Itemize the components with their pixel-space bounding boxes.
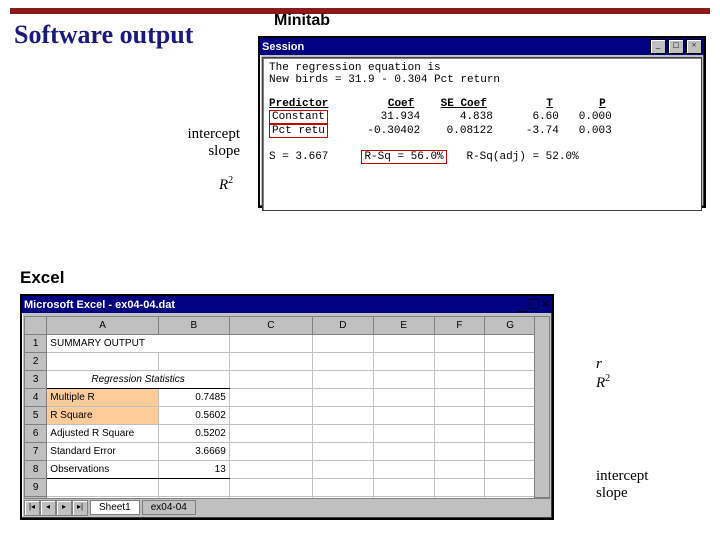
row-4[interactable]: 4 [25,389,47,407]
excel-close-button[interactable]: × [541,296,550,314]
cell-multr-val[interactable]: 0.7485 [158,389,229,407]
annot-slope-2: slope [596,485,628,501]
col-se: SE Coef [441,98,487,110]
excel-window-buttons: _ □ × [518,296,550,314]
cell-se-label[interactable]: Standard Error [47,443,159,461]
excel-grid[interactable]: A B C D E F G 1SUMMARY OUTPUT 2 3Regress… [24,316,536,498]
annot-r-squared-1: R2 [219,175,233,194]
se-constant: 4.838 [460,111,493,123]
row-8[interactable]: 8 [25,461,47,479]
col-coef: Coef [388,98,414,110]
row-1[interactable]: 1 [25,335,47,353]
col-a[interactable]: A [47,317,159,335]
slide-ruler [10,8,710,14]
excel-window: Microsoft Excel - ex04-04.dat _ □ × A B … [20,294,554,520]
tab-sheet1[interactable]: Sheet1 [90,500,140,515]
annot-intercept-slope-2: intercept slope [596,468,648,503]
row-9[interactable]: 9 [25,479,47,497]
annot-intercept-slope-1: intercept slope [160,126,240,161]
col-predictor: Predictor [269,98,328,110]
row-2[interactable]: 2 [25,353,47,371]
minitab-line2: New birds = 31.9 - 0.304 Pct return [269,74,500,86]
col-d[interactable]: D [312,317,373,335]
minitab-window-buttons: _ □ × [650,39,702,54]
rsqa-value: R-Sq(adj) = 52.0% [466,151,578,163]
annot-r-lower: r [596,356,602,372]
t-pct: -3.74 [526,125,559,137]
cell-multr-label[interactable]: Multiple R [47,389,159,407]
minitab-line1: The regression equation is [269,62,441,74]
cell-se-val[interactable]: 3.6669 [158,443,229,461]
annot-slope-1: slope [208,143,240,159]
coef-pct: -0.30402 [367,125,420,137]
tab-nav-prev[interactable]: ◂ [40,500,56,516]
tab-nav-first[interactable]: |◂ [24,500,40,516]
annot-intercept-2: intercept [596,468,648,484]
excel-table: A B C D E F G 1SUMMARY OUTPUT 2 3Regress… [24,316,536,498]
coef-constant: 31.934 [381,111,421,123]
minitab-titlebar: Session _ □ × [260,38,704,55]
minitab-window: Session _ □ × The regression equation is… [258,36,706,208]
cell-regstats[interactable]: Regression Statistics [47,371,229,389]
minitab-window-title: Session [262,41,304,53]
row-7[interactable]: 7 [25,443,47,461]
annot-r-r2: r R2 [596,356,610,393]
col-t: T [546,98,553,110]
annot-r-upper: R [596,375,605,391]
annot-intercept-1: intercept [188,126,240,142]
col-header-row: A B C D E F G [25,317,536,335]
cell-rsq-val[interactable]: 0.5602 [158,407,229,425]
t-constant: 6.60 [532,111,558,123]
close-button[interactable]: × [686,39,702,54]
sheet-tab-bar: |◂ ◂ ▸ ▸| Sheet1 ex04-04 [24,498,550,516]
minimize-button[interactable]: _ [650,39,666,54]
row-3[interactable]: 3 [25,371,47,389]
annot-r-letter-1: R [219,177,228,193]
p-constant: 0.000 [579,111,612,123]
cell-obs-label[interactable]: Observations [47,461,159,479]
excel-vscroll[interactable] [534,316,550,498]
col-b[interactable]: B [158,317,229,335]
tab-nav-last[interactable]: ▸| [72,500,88,516]
col-f[interactable]: F [434,317,485,335]
col-c[interactable]: C [229,317,312,335]
tab-ex04-04[interactable]: ex04-04 [142,500,196,515]
cell-obs-val[interactable]: 13 [158,461,229,479]
row-5[interactable]: 5 [25,407,47,425]
minitab-label: Minitab [274,12,330,30]
se-pct: 0.08122 [447,125,493,137]
cell-arsq-val[interactable]: 0.5202 [158,425,229,443]
row-6[interactable]: 6 [25,425,47,443]
annot-r-sup-1: 2 [228,175,233,186]
col-g[interactable]: G [485,317,536,335]
excel-maximize-button[interactable]: □ [529,296,539,314]
cell-rsq-label[interactable]: R Square [47,407,159,425]
excel-label: Excel [20,268,64,288]
excel-minimize-button[interactable]: _ [518,296,527,314]
pred-constant: Constant [272,111,325,123]
tab-nav-next[interactable]: ▸ [56,500,72,516]
excel-window-title: Microsoft Excel - ex04-04.dat [24,299,175,311]
col-p: P [599,98,606,110]
p-pct: 0.003 [579,125,612,137]
maximize-button[interactable]: □ [668,39,684,54]
annot-r-sup-2: 2 [605,373,610,384]
s-value: S = 3.667 [269,151,328,163]
minitab-output: The regression equation is New birds = 3… [262,57,702,211]
cell-arsq-label[interactable]: Adjusted R Square [47,425,159,443]
excel-titlebar: Microsoft Excel - ex04-04.dat _ □ × [22,296,552,313]
cell-summary[interactable]: SUMMARY OUTPUT [47,335,229,353]
pred-pct: Pct retu [272,125,325,137]
rsq-value: R-Sq = 56.0% [361,150,446,164]
col-e[interactable]: E [373,317,434,335]
